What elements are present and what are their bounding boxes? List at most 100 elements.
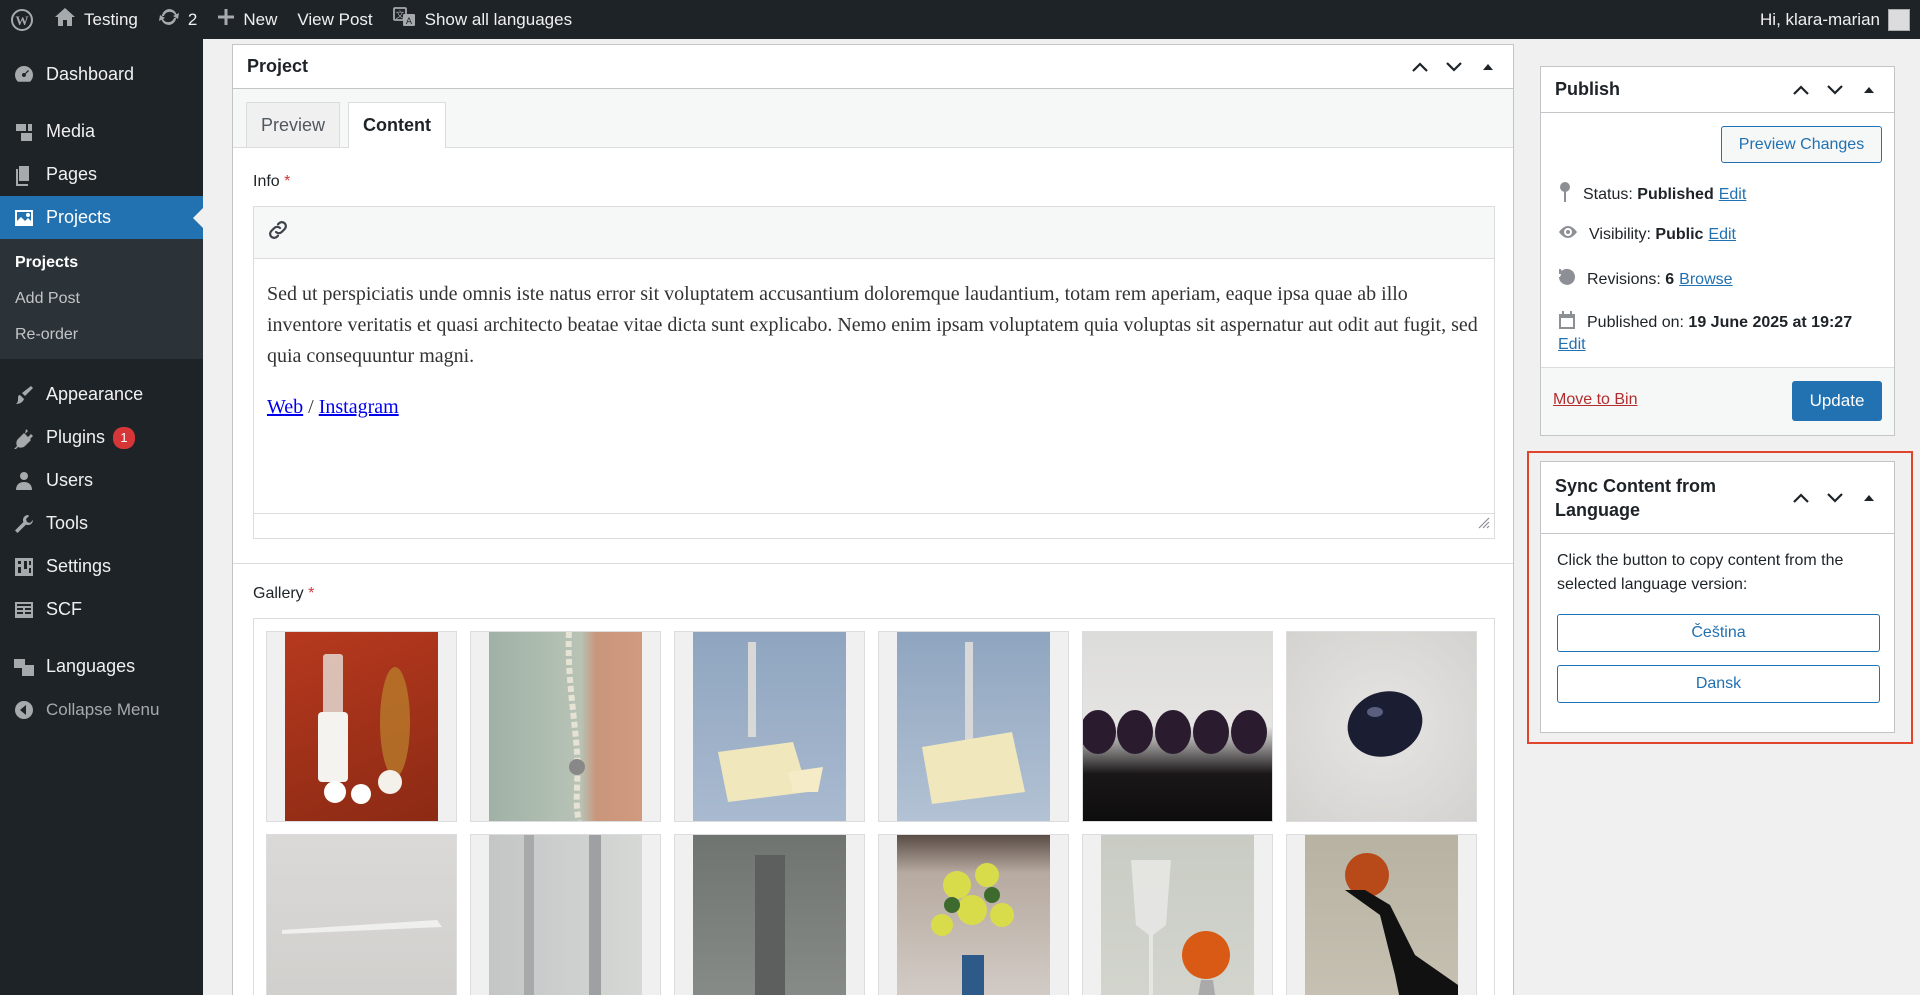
sidebar-item-label: Settings bbox=[46, 556, 112, 576]
new-content-link[interactable]: New bbox=[207, 0, 287, 39]
gallery-thumb[interactable] bbox=[266, 834, 457, 995]
my-account-link[interactable]: Hi, klara-marian bbox=[1750, 0, 1920, 39]
gallery-thumb[interactable] bbox=[1080, 631, 1273, 822]
info-paragraph: Sed ut perspiciatis unde omnis iste natu… bbox=[267, 283, 1478, 367]
gallery-grid bbox=[253, 618, 1495, 995]
project-postbox-title: Project bbox=[247, 56, 309, 76]
project-postbox-header: Project bbox=[233, 45, 1513, 89]
preview-changes-button[interactable]: Preview Changes bbox=[1721, 126, 1882, 163]
toggle-panel-icon[interactable] bbox=[1477, 56, 1499, 78]
resize-handle-icon[interactable] bbox=[1478, 516, 1490, 534]
project-postbox: Project Preview Content Info * Sed ut pe… bbox=[232, 44, 1514, 995]
gallery-thumb[interactable] bbox=[1286, 631, 1477, 822]
gallery-thumb[interactable] bbox=[1286, 834, 1477, 995]
sidebar-item-languages[interactable]: Languages bbox=[0, 645, 203, 688]
move-down-icon[interactable] bbox=[1824, 79, 1846, 101]
info-editor[interactable]: Sed ut perspiciatis unde omnis iste natu… bbox=[253, 206, 1495, 539]
gallery-thumb[interactable] bbox=[674, 631, 865, 822]
users-icon bbox=[12, 469, 36, 493]
edit-status-link[interactable]: Edit bbox=[1719, 186, 1747, 204]
tab-preview[interactable]: Preview bbox=[246, 102, 341, 147]
revisions-row: Revisions: 6 Browse bbox=[1557, 267, 1733, 292]
revisions-value: 6 bbox=[1665, 270, 1675, 288]
pages-icon bbox=[12, 163, 36, 187]
submenu-item-projects[interactable]: Projects bbox=[0, 245, 203, 281]
admin-bar: W Testing 2 New View Post 文A Show all la… bbox=[0, 0, 1920, 39]
updates-count: 2 bbox=[187, 9, 198, 29]
editor-statusbar bbox=[254, 513, 1494, 538]
toggle-panel-icon[interactable] bbox=[1858, 79, 1880, 101]
browse-revisions-link[interactable]: Browse bbox=[1679, 271, 1732, 289]
updates-link[interactable]: 2 bbox=[148, 0, 207, 39]
sidebar-item-label: Plugins bbox=[46, 427, 106, 447]
update-button[interactable]: Update bbox=[1792, 381, 1882, 421]
show-languages-link[interactable]: 文A Show all languages bbox=[383, 0, 582, 39]
link-icon[interactable] bbox=[266, 218, 290, 247]
edit-visibility-link[interactable]: Edit bbox=[1708, 226, 1736, 244]
show-languages-label: Show all languages bbox=[424, 9, 573, 29]
collapse-menu-button[interactable]: Collapse Menu bbox=[0, 688, 203, 731]
status-row: Status: Published Edit bbox=[1557, 181, 1746, 208]
site-name-link[interactable]: Testing bbox=[44, 0, 148, 39]
languages-icon bbox=[12, 655, 36, 679]
gallery-thumb[interactable] bbox=[674, 834, 865, 995]
sidebar-item-dashboard[interactable]: Dashboard bbox=[0, 53, 203, 96]
appearance-icon bbox=[12, 383, 36, 407]
editor-content[interactable]: Sed ut perspiciatis unde omnis iste natu… bbox=[254, 259, 1494, 443]
tab-content[interactable]: Content bbox=[348, 102, 447, 148]
new-label: New bbox=[243, 9, 278, 29]
sidebar-item-users[interactable]: Users bbox=[0, 459, 203, 502]
gallery-thumb[interactable] bbox=[470, 834, 661, 995]
sidebar-item-appearance[interactable]: Appearance bbox=[0, 373, 203, 416]
sidebar-item-label: Media bbox=[46, 121, 96, 141]
editor-toolbar bbox=[254, 207, 1494, 259]
plus-icon bbox=[217, 8, 235, 31]
move-up-icon[interactable] bbox=[1790, 79, 1812, 101]
sidebar-item-pages[interactable]: Pages bbox=[0, 153, 203, 196]
web-link[interactable]: Web bbox=[267, 396, 303, 418]
move-down-icon[interactable] bbox=[1443, 56, 1465, 78]
sidebar-item-label: Languages bbox=[46, 656, 136, 676]
status-value: Published bbox=[1637, 185, 1714, 203]
sidebar-item-scf[interactable]: SCF bbox=[0, 588, 203, 631]
history-icon bbox=[1557, 267, 1587, 292]
sidebar-item-plugins[interactable]: Plugins 1 bbox=[0, 416, 203, 459]
sidebar-item-projects[interactable]: Projects bbox=[0, 196, 203, 239]
edit-date-link[interactable]: Edit bbox=[1558, 336, 1586, 354]
updates-icon bbox=[158, 6, 180, 33]
sidebar-item-label: SCF bbox=[46, 599, 82, 619]
publish-postbox: Publish Preview Changes Status: Publishe… bbox=[1540, 66, 1895, 436]
sidebar-item-media[interactable]: Media bbox=[0, 110, 203, 153]
sidebar-item-settings[interactable]: Settings bbox=[0, 545, 203, 588]
info-field-label: Info * bbox=[253, 173, 290, 191]
instagram-link[interactable]: Instagram bbox=[319, 396, 399, 418]
calendar-icon bbox=[1557, 310, 1587, 335]
plugins-update-badge: 1 bbox=[113, 426, 136, 449]
gallery-thumb[interactable] bbox=[266, 631, 457, 822]
gallery-field-label: Gallery * bbox=[253, 585, 314, 603]
avatar bbox=[1888, 8, 1910, 31]
submenu-item-add-post[interactable]: Add Post bbox=[0, 281, 203, 317]
revisions-label: Revisions: bbox=[1587, 270, 1661, 288]
svg-text:A: A bbox=[406, 17, 413, 27]
sidebar-item-label: Tools bbox=[46, 513, 89, 533]
info-label-text: Info bbox=[253, 173, 280, 190]
sidebar-item-label: Projects bbox=[46, 207, 112, 227]
gallery-thumb[interactable] bbox=[878, 631, 1069, 822]
gallery-thumb[interactable] bbox=[470, 631, 661, 822]
gallery-thumb[interactable] bbox=[878, 834, 1069, 995]
project-tabs: Preview Content bbox=[233, 89, 1513, 148]
wordpress-logo-icon[interactable]: W bbox=[0, 0, 44, 39]
pin-icon bbox=[1557, 181, 1583, 208]
settings-icon bbox=[12, 555, 36, 579]
sidebar-item-tools[interactable]: Tools bbox=[0, 502, 203, 545]
view-post-link[interactable]: View Post bbox=[287, 0, 382, 39]
projects-submenu: Projects Add Post Re-order bbox=[0, 239, 203, 359]
submenu-item-re-order[interactable]: Re-order bbox=[0, 317, 203, 353]
gallery-thumb[interactable] bbox=[1082, 834, 1273, 995]
links-paragraph: Web / Instagram bbox=[267, 392, 1481, 423]
move-up-icon[interactable] bbox=[1409, 56, 1431, 78]
collapse-menu-label: Collapse Menu bbox=[46, 699, 160, 719]
required-marker: * bbox=[308, 585, 315, 602]
move-to-bin-link[interactable]: Move to Bin bbox=[1553, 391, 1637, 409]
